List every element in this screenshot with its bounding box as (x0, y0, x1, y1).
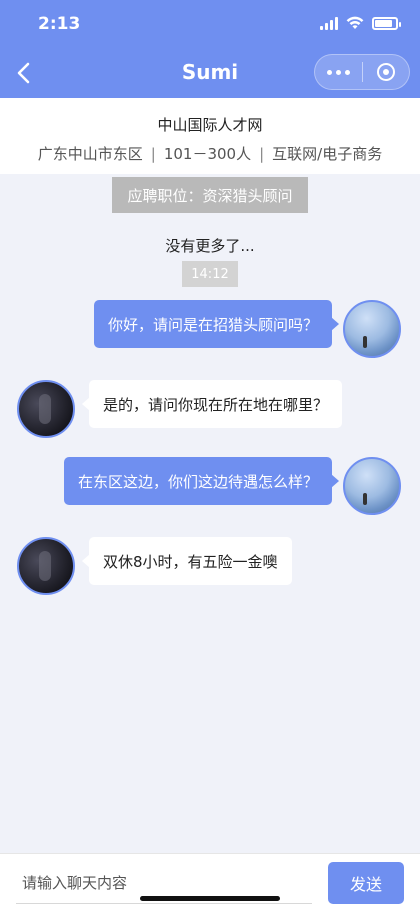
message-bubble-received[interactable]: 是的，请问你现在所在地在哪里？ (81, 380, 343, 428)
position-tag: 应聘职位：资深猎头顾问 (112, 177, 308, 213)
recruiter-avatar[interactable] (17, 380, 75, 438)
company-size: 101－300人 (163, 145, 252, 163)
wifi-icon (346, 16, 364, 29)
company-name: 中山国际人才网 (157, 116, 263, 134)
status-bar: 2:13 (0, 0, 420, 50)
home-indicator (140, 896, 280, 901)
message-bubble-sent[interactable]: 在东区这边，你们这边待遇怎么样？ (63, 457, 340, 505)
company-location: 广东中山市东区 (37, 145, 143, 163)
status-time: 2:13 (38, 14, 81, 34)
mini-program-capsule (314, 54, 410, 90)
meta-separator: | (259, 145, 265, 163)
recruiter-avatar[interactable] (17, 537, 75, 595)
send-button[interactable]: 发送 (328, 862, 404, 904)
signal-icon (320, 16, 338, 30)
status-icons (320, 16, 401, 30)
no-more-text: 没有更多了... (165, 237, 255, 255)
message-timestamp: 14:12 (182, 261, 238, 287)
user-avatar[interactable] (343, 300, 401, 358)
company-meta: 广东中山市东区 | 101－300人 | 互联网/电子商务 (0, 143, 420, 164)
battery-icon (372, 16, 401, 30)
message-bubble-received[interactable]: 双休8小时，有五险一金噢 (82, 537, 292, 585)
more-icon[interactable] (315, 55, 362, 89)
close-target-icon[interactable] (362, 55, 409, 89)
meta-separator: | (150, 145, 156, 163)
message-bubble-sent[interactable]: 你好，请问是在招猎头顾问吗？ (93, 300, 340, 348)
company-industry: 互联网/电子商务 (272, 145, 383, 163)
user-avatar[interactable] (343, 457, 401, 515)
top-bar: 2:13 Sumi (0, 0, 420, 98)
nav-bar: Sumi (0, 50, 420, 98)
company-card: 中山国际人才网 广东中山市东区 | 101－300人 | 互联网/电子商务 (0, 98, 420, 174)
input-bar: 发送 (0, 853, 420, 911)
